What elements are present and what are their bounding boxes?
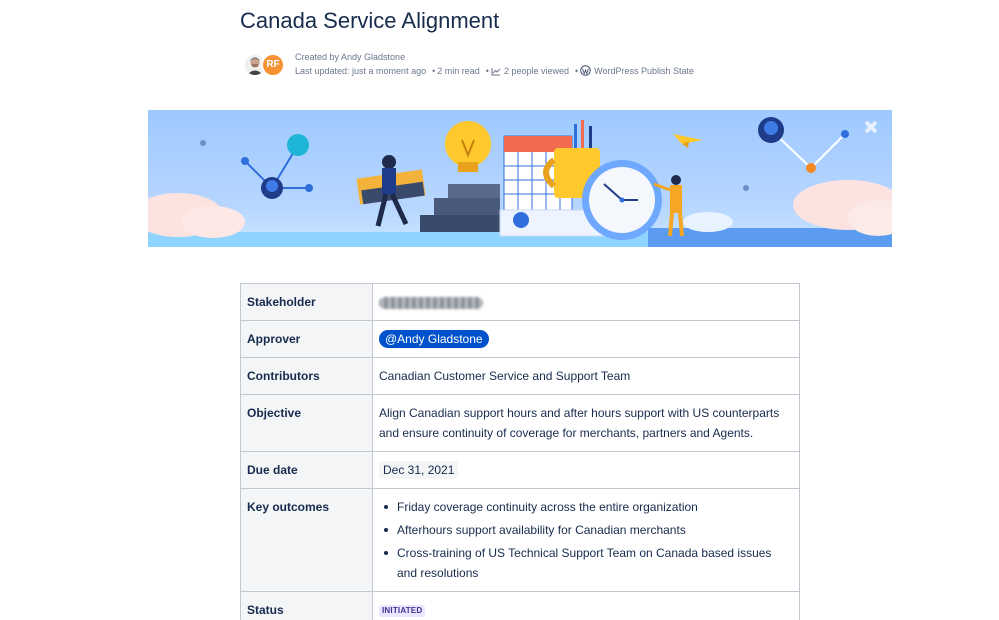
key-outcomes-label: Key outcomes [240, 488, 373, 592]
publish-state[interactable]: WordPress Publish State [594, 66, 694, 76]
table-row: Stakeholder [240, 283, 800, 321]
due-date-label: Due date [240, 451, 373, 489]
table-row: Key outcomes Friday coverage continuity … [240, 488, 800, 592]
approver-label: Approver [240, 320, 373, 358]
key-outcomes-list: Friday coverage continuity across the en… [379, 497, 793, 583]
key-outcomes-value: Friday coverage continuity across the en… [372, 488, 800, 592]
objective-label: Objective [240, 394, 373, 452]
header-banner-image [148, 110, 892, 247]
redacted-text [379, 296, 483, 309]
views-count[interactable]: 2 people viewed [504, 66, 569, 76]
status-label: Status [240, 591, 373, 620]
avatar[interactable]: RF [261, 53, 285, 77]
contributors-value: Canadian Customer Service and Support Te… [372, 357, 800, 395]
list-item: Afterhours support availability for Cana… [379, 520, 793, 540]
approver-mention[interactable]: @Andy Gladstone [379, 330, 489, 348]
due-date-value: Dec 31, 2021 [372, 451, 800, 489]
objective-value: Align Canadian support hours and after h… [372, 394, 800, 452]
byline-text: Created by Andy Gladstone Last updated: … [295, 52, 695, 76]
stakeholder-label: Stakeholder [240, 283, 373, 321]
status-value: INITIATED [372, 591, 800, 620]
read-time: 2 min read [437, 66, 480, 76]
due-date-pill[interactable]: Dec 31, 2021 [379, 461, 459, 479]
last-updated[interactable]: Last updated: just a moment ago [295, 66, 426, 76]
byline: RF Created by Andy Gladstone Last update… [243, 49, 763, 81]
table-row: Contributors Canadian Customer Service a… [240, 357, 800, 395]
table-row: Due date Dec 31, 2021 [240, 451, 800, 489]
stakeholder-value [372, 283, 800, 321]
page-properties-table: Stakeholder Approver @Andy Gladstone Con… [240, 283, 800, 620]
table-row: Objective Align Canadian support hours a… [240, 394, 800, 452]
approver-value: @Andy Gladstone [372, 320, 800, 358]
status-badge[interactable]: INITIATED [379, 604, 426, 617]
table-row: Approver @Andy Gladstone [240, 320, 800, 358]
page-title: Canada Service Alignment [240, 8, 500, 33]
office-illustration [148, 117, 892, 247]
chart-icon [491, 68, 501, 76]
list-item: Friday coverage continuity across the en… [379, 497, 793, 517]
wordpress-icon [580, 65, 591, 76]
list-item: Cross-training of US Technical Support T… [379, 543, 793, 583]
contributors-label: Contributors [240, 357, 373, 395]
table-row: Status INITIATED [240, 591, 800, 620]
created-by: Created by Andy Gladstone [295, 52, 406, 62]
